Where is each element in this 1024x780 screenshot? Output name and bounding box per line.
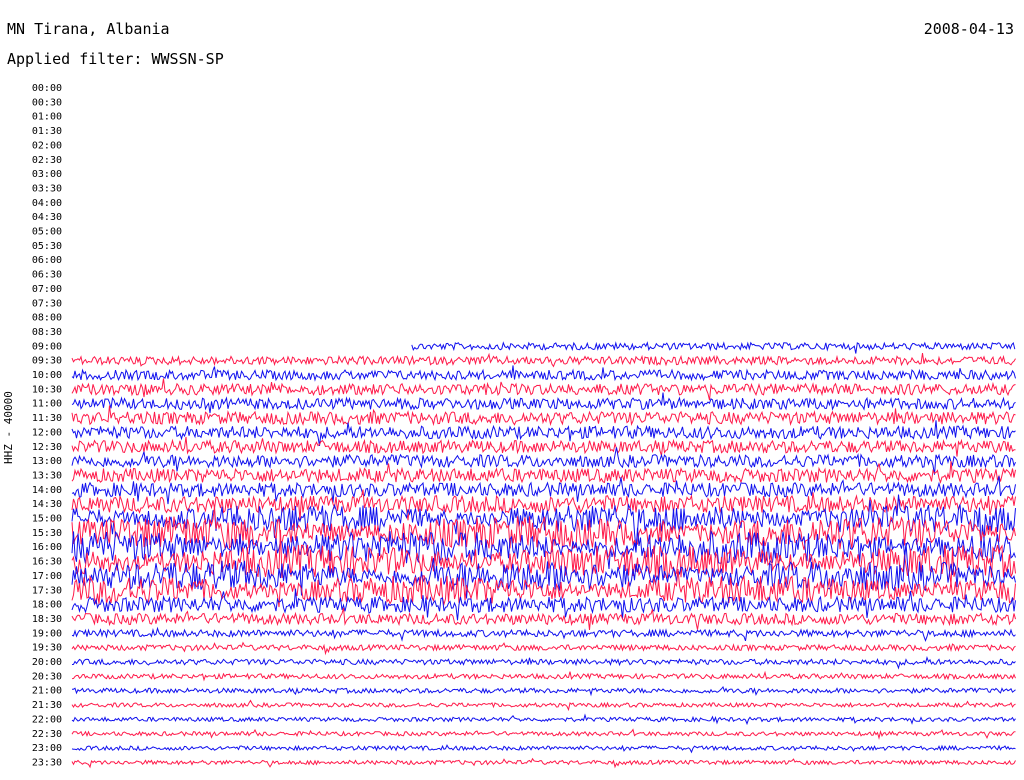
time-tick-label: 00:30	[32, 97, 62, 108]
time-tick-label: 09:00	[32, 341, 62, 352]
time-tick-label: 23:00	[32, 743, 62, 754]
trace-row	[71, 352, 1016, 368]
trace-row	[71, 744, 1016, 754]
time-tick-label: 06:30	[32, 270, 62, 281]
time-tick-label: 08:30	[32, 327, 62, 338]
time-tick-label: 01:00	[32, 112, 62, 123]
trace-row	[72, 686, 1016, 697]
time-tick-label: 02:00	[32, 140, 62, 151]
seismogram-plot: 00:00 00:30 01:00 01:30 02:00 02:30 03:00 03:30…	[32, 83, 1016, 769]
time-tick-label: 03:00	[32, 169, 62, 180]
time-tick-label: 19:30	[32, 643, 62, 654]
time-tick-label: 03:30	[32, 183, 62, 194]
time-tick-label: 06:00	[32, 255, 62, 266]
trace-row	[71, 365, 1016, 382]
trace-row	[71, 713, 1016, 726]
time-tick-label: 21:00	[32, 686, 62, 697]
time-tick-label: 13:00	[32, 456, 62, 467]
time-tick-label: 14:30	[32, 499, 62, 510]
trace-row	[71, 655, 1016, 670]
time-tick-label: 09:30	[32, 356, 62, 367]
time-tick-label: 01:30	[32, 126, 62, 137]
time-tick-label: 00:00	[32, 83, 62, 94]
time-tick-label: 16:00	[32, 542, 62, 553]
trace-row	[71, 607, 1016, 630]
time-tick-label: 19:00	[32, 628, 62, 639]
time-tick-label: 18:30	[32, 614, 62, 625]
time-tick-label: 04:00	[32, 198, 62, 209]
time-tick-label: 17:00	[32, 571, 62, 582]
time-tick-label: 20:00	[32, 657, 62, 668]
time-tick-label: 15:30	[32, 528, 62, 539]
time-tick-label: 04:30	[32, 212, 62, 223]
time-tick-label: 20:30	[32, 671, 62, 682]
seismic-traces	[71, 341, 1016, 769]
time-tick-label: 14:00	[32, 485, 62, 496]
time-tick-label: 22:00	[32, 714, 62, 725]
time-tick-label: 15:00	[32, 514, 62, 525]
time-tick-label: 08:00	[32, 313, 62, 324]
trace-row	[71, 392, 1016, 414]
time-tick-label: 17:30	[32, 585, 62, 596]
time-tick-label: 11:30	[32, 413, 62, 424]
time-tick-label: 05:00	[32, 227, 62, 238]
time-tick-label: 12:30	[32, 442, 62, 453]
trace-row	[71, 728, 1016, 740]
time-tick-label: 23:30	[32, 757, 62, 768]
trace-row	[71, 378, 1016, 401]
trace-row	[411, 341, 1016, 354]
time-tick-label: 16:30	[32, 557, 62, 568]
time-tick-label: 12:00	[32, 427, 62, 438]
trace-row	[71, 757, 1016, 769]
trace-row	[71, 699, 1016, 712]
time-tick-label: 13:30	[32, 470, 62, 481]
time-tick-label: 07:00	[32, 284, 62, 295]
time-tick-label: 05:30	[32, 241, 62, 252]
trace-row	[71, 670, 1016, 682]
time-tick-label: 02:30	[32, 155, 62, 166]
time-tick-label: 10:30	[32, 384, 62, 395]
time-tick-label: 10:00	[32, 370, 62, 381]
trace-row	[71, 436, 1016, 457]
trace-row	[71, 626, 1016, 643]
trace-row	[71, 641, 1016, 656]
time-tick-label: 07:30	[32, 298, 62, 309]
time-axis-ticks: 00:00 00:30 01:00 01:30 02:00 02:30 03:00 03:30…	[32, 83, 62, 768]
trace-row	[71, 420, 1016, 446]
time-tick-label: 22:30	[32, 729, 62, 740]
time-tick-label: 11:00	[32, 399, 62, 410]
time-tick-label: 21:30	[32, 700, 62, 711]
time-tick-label: 18:00	[32, 600, 62, 611]
